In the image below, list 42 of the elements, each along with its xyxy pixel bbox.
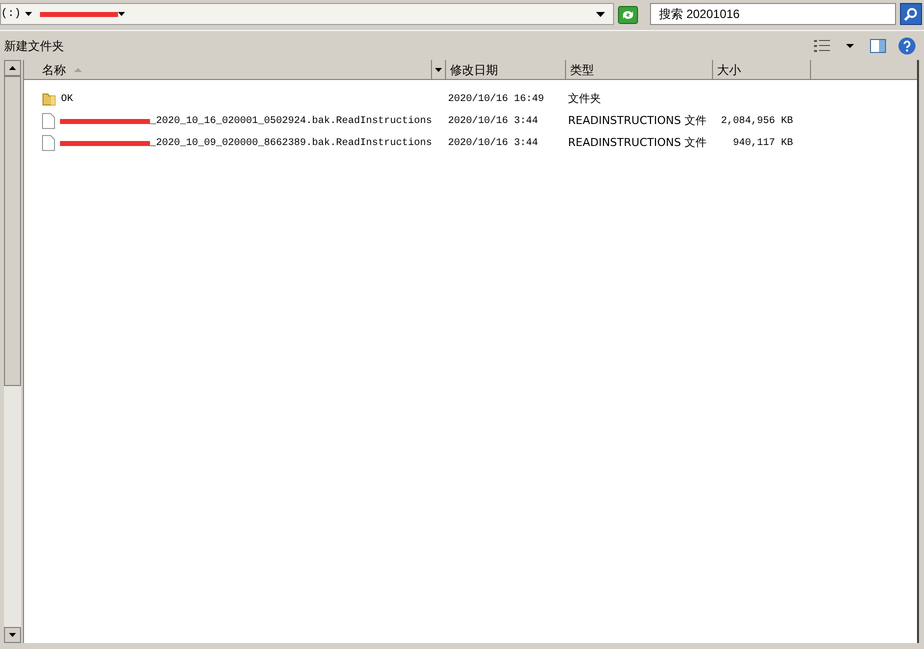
modified-date: 2020/10/16 3:44 <box>448 116 538 126</box>
file-icon <box>42 135 55 151</box>
file-size: 940,117 KB <box>732 138 793 148</box>
column-header[interactable]: 类型 <box>566 60 713 79</box>
file-size: 2,084,956 KB <box>720 116 793 126</box>
modified-date: 2020/10/16 3:44 <box>448 138 538 148</box>
file-type: READINSTRUCTIONS 文件 <box>568 114 706 127</box>
column-label: 类型 <box>570 62 594 78</box>
modified-date: 2020/10/16 16:49 <box>448 94 544 104</box>
file-type: 文件夹 <box>568 92 601 105</box>
column-header[interactable]: 名称 <box>26 60 446 79</box>
file-name[interactable]: OK <box>61 92 74 106</box>
scroll-up-button[interactable] <box>4 60 21 76</box>
help-icon[interactable] <box>898 36 916 54</box>
file-type: READINSTRUCTIONS 文件 <box>568 136 706 149</box>
scroll-down-button[interactable] <box>4 627 21 643</box>
arrow-up-icon <box>9 66 16 70</box>
scroll-thumb[interactable] <box>4 76 21 386</box>
preview-pane-icon[interactable] <box>870 38 886 52</box>
caret-icon[interactable] <box>118 12 125 16</box>
caret-icon <box>435 68 442 72</box>
column-label: 名称 <box>42 62 66 78</box>
folder-icon <box>42 92 56 106</box>
arrow-down-icon <box>9 633 16 637</box>
view-list-icon[interactable] <box>814 38 830 52</box>
column-header[interactable]: 修改日期 <box>446 60 566 79</box>
dropdown-icon[interactable] <box>596 12 605 16</box>
search-field[interactable]: 搜索 20201016 <box>651 4 895 24</box>
caret-icon[interactable] <box>846 44 854 48</box>
column-label: 大小 <box>717 62 741 78</box>
file-name[interactable]: _2020_10_09_020000_8662389.bak.ReadInstructions <box>150 136 432 150</box>
column-label: 修改日期 <box>450 62 498 78</box>
column-header[interactable]: 大小 <box>713 60 811 79</box>
file-name[interactable]: _2020_10_16_020001_0502924.bak.ReadInstructions <box>150 114 432 128</box>
column-dropdown-button[interactable] <box>431 60 445 79</box>
search-button[interactable] <box>900 3 922 25</box>
search-icon <box>904 7 918 21</box>
address-path: (:) <box>1 6 21 22</box>
new-folder-button[interactable]: 新建文件夹 <box>0 34 68 58</box>
caret-icon[interactable] <box>24 12 32 16</box>
file-icon <box>42 113 55 129</box>
refresh-icon[interactable] <box>618 6 638 24</box>
